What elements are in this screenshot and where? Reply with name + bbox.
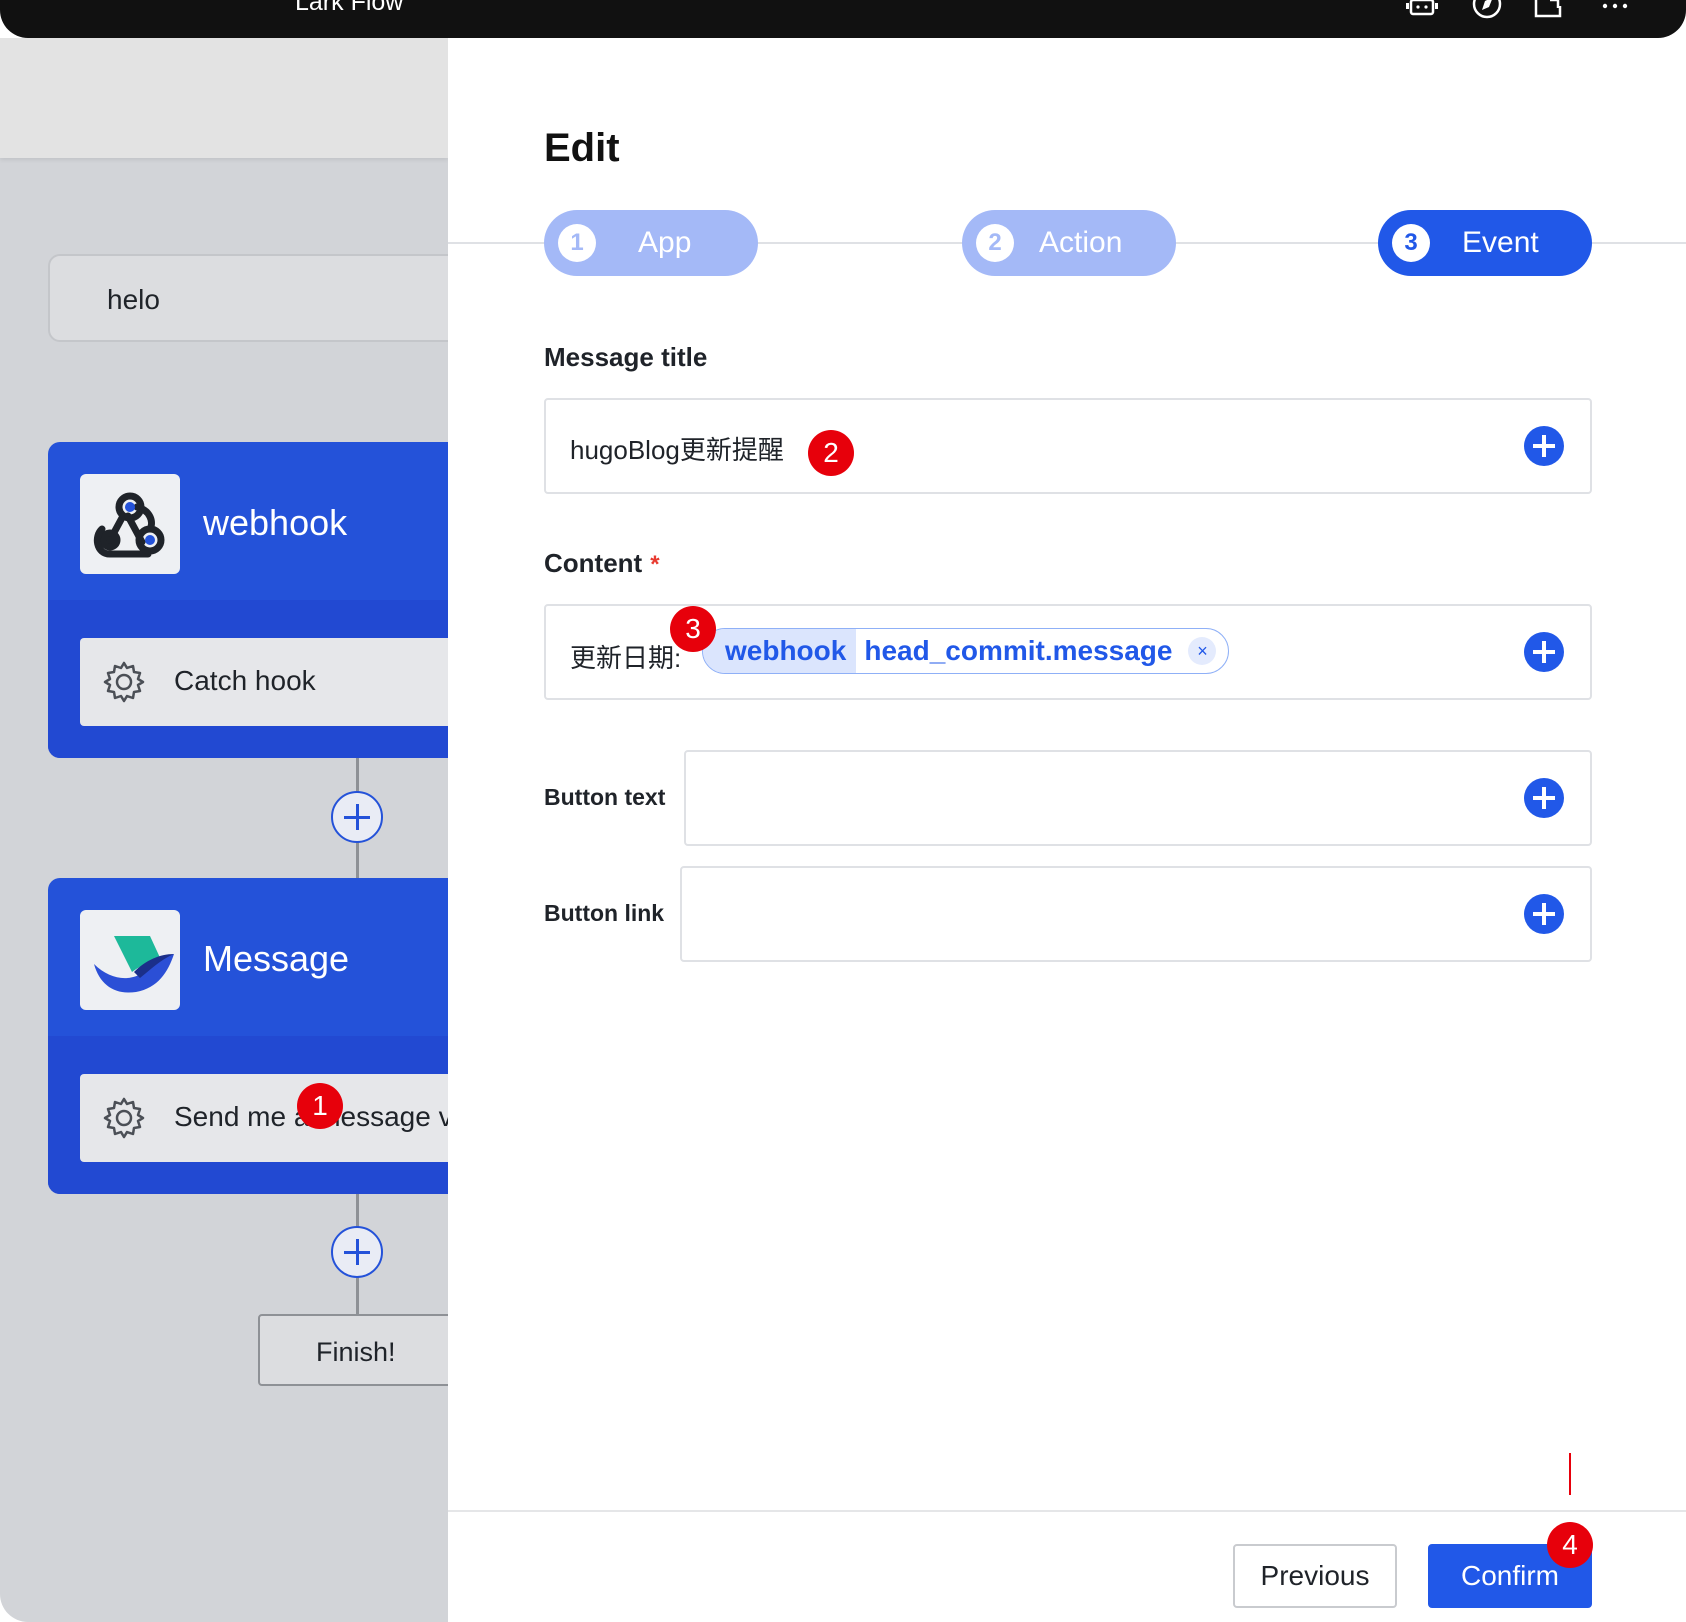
insert-variable-button[interactable] — [1524, 894, 1564, 934]
trigger-card[interactable]: webhook Catch hook — [48, 442, 448, 758]
add-step-button[interactable] — [331, 791, 383, 843]
step-number: 2 — [976, 224, 1014, 262]
action-step-row[interactable]: Send me a message via — [80, 1074, 448, 1162]
step-number: 1 — [558, 224, 596, 262]
title-bar: Lark Flow — [0, 0, 1686, 38]
webhook-logo-icon — [80, 474, 180, 574]
insert-variable-button[interactable] — [1524, 778, 1564, 818]
annotation-badge-3: 3 — [670, 606, 716, 652]
annotation-badge-4: 4 — [1547, 1522, 1593, 1568]
trigger-step-row[interactable]: Catch hook — [80, 638, 448, 726]
button-link-label: Button link — [544, 900, 665, 926]
content-label: Content * — [544, 548, 660, 579]
step-number: 3 — [1392, 224, 1430, 262]
text-cursor — [1569, 1453, 1571, 1495]
content-label-text: Content — [544, 548, 643, 578]
annotation-badge-1: 1 — [297, 1083, 343, 1129]
step-action[interactable]: 2 Action — [962, 210, 1176, 276]
panel-title: Edit — [544, 126, 620, 170]
canvas-header — [0, 38, 448, 158]
action-name: Message — [203, 938, 350, 979]
add-step-button[interactable] — [331, 1226, 383, 1278]
finish-label: Finish! — [316, 1337, 396, 1367]
flow-name-box[interactable]: helo — [48, 254, 448, 342]
trigger-step-label: Catch hook — [174, 665, 316, 696]
footer-divider — [448, 1510, 1686, 1512]
step-event[interactable]: 3 Event — [1378, 210, 1592, 276]
robot-icon[interactable] — [1405, 0, 1439, 22]
content-prefix-text: 更新日期: — [570, 643, 682, 673]
step-label: Event — [1462, 226, 1539, 259]
gear-icon — [103, 1097, 145, 1139]
edit-panel: Edit 1 App 2 Action 3 Event Message titl… — [448, 38, 1686, 1622]
message-title-value: hugoBlog更新提醒 — [570, 435, 784, 465]
flow-name: helo — [107, 284, 160, 315]
window-title: Lark Flow — [295, 0, 404, 16]
message-title-label: Message title — [544, 342, 708, 372]
more-icon[interactable] — [1598, 0, 1632, 22]
insert-variable-button[interactable] — [1524, 632, 1564, 672]
button-text-field[interactable] — [684, 750, 1592, 846]
finish-node[interactable]: Finish! — [258, 1314, 448, 1386]
content-field[interactable]: 更新日期: webhook head_commit.message × 3 — [544, 604, 1592, 700]
remove-tag-icon[interactable]: × — [1188, 637, 1217, 665]
action-card[interactable]: Message Send me a message via — [48, 878, 448, 1194]
flow-canvas: helo webhook Catch hook Message Send me … — [0, 38, 448, 1622]
required-mark: * — [650, 551, 660, 578]
insert-variable-button[interactable] — [1524, 426, 1564, 466]
variable-tag[interactable]: webhook head_commit.message × — [702, 628, 1230, 674]
share-icon[interactable] — [1532, 0, 1566, 22]
button-text-label: Button text — [544, 784, 666, 810]
step-label: Action — [1039, 226, 1123, 259]
step-label: App — [638, 226, 692, 259]
compass-icon[interactable] — [1470, 0, 1504, 22]
trigger-name: webhook — [203, 502, 348, 543]
variable-tag-path: head_commit.message — [864, 635, 1173, 666]
gear-icon — [103, 661, 145, 703]
button-link-field[interactable] — [680, 866, 1592, 962]
step-app[interactable]: 1 App — [544, 210, 758, 276]
annotation-badge-2: 2 — [808, 430, 854, 476]
variable-tag-source: webhook — [703, 629, 857, 673]
previous-button[interactable]: Previous — [1233, 1544, 1397, 1608]
message-title-field[interactable]: hugoBlog更新提醒 2 — [544, 398, 1592, 494]
lark-logo-icon — [80, 910, 180, 1010]
